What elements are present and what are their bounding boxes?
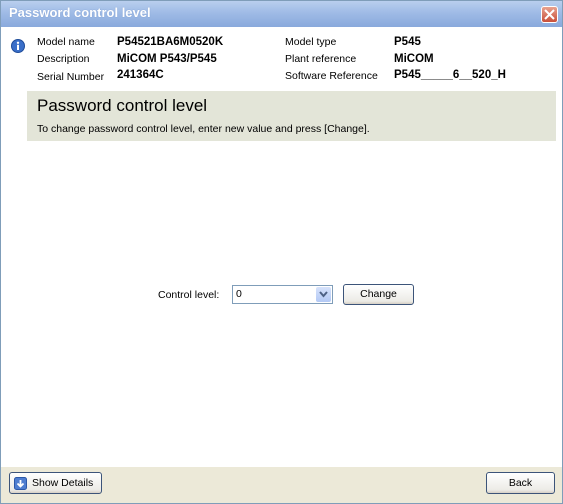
- chevron-down-icon: [319, 291, 328, 298]
- control-level-label: Control level:: [158, 289, 220, 301]
- dropdown-button[interactable]: [316, 287, 331, 302]
- close-icon: [544, 9, 555, 20]
- plant-reference-label: Plant reference: [285, 53, 357, 65]
- arrow-down-icon: [14, 477, 27, 490]
- serial-number-label: Serial Number: [37, 71, 105, 83]
- description-value: MiCOM P543/P545: [117, 53, 217, 65]
- serial-number-value: 241364C: [117, 69, 164, 81]
- software-reference-label: Software Reference: [285, 70, 378, 82]
- show-details-label: Show Details: [32, 477, 94, 489]
- page-description: To change password control level, enter …: [37, 123, 370, 135]
- description-label: Description: [37, 53, 90, 65]
- plant-reference-value: MiCOM: [394, 53, 434, 65]
- control-level-value: 0: [236, 288, 242, 300]
- software-reference-value: P545_____6__520_H: [394, 69, 506, 81]
- window-title: Password control level: [9, 5, 151, 20]
- model-type-value: P545: [394, 36, 421, 48]
- model-type-label: Model type: [285, 36, 337, 48]
- change-button[interactable]: Change: [343, 284, 414, 305]
- dialog-window: Password control level Model name P54521…: [0, 0, 563, 504]
- title-bar[interactable]: Password control level: [1, 1, 562, 27]
- info-icon: [11, 39, 25, 53]
- footer-bar: Show Details Back: [1, 467, 562, 503]
- page-title: Password control level: [37, 96, 208, 115]
- model-name-value: P54521BA6M0520K: [117, 36, 224, 48]
- control-level-select[interactable]: 0: [232, 285, 333, 304]
- back-button[interactable]: Back: [486, 472, 555, 494]
- model-name-label: Model name: [37, 36, 95, 48]
- show-details-button[interactable]: Show Details: [9, 472, 102, 494]
- header-banner: Password control level To change passwor…: [27, 91, 556, 141]
- close-button[interactable]: [541, 6, 558, 23]
